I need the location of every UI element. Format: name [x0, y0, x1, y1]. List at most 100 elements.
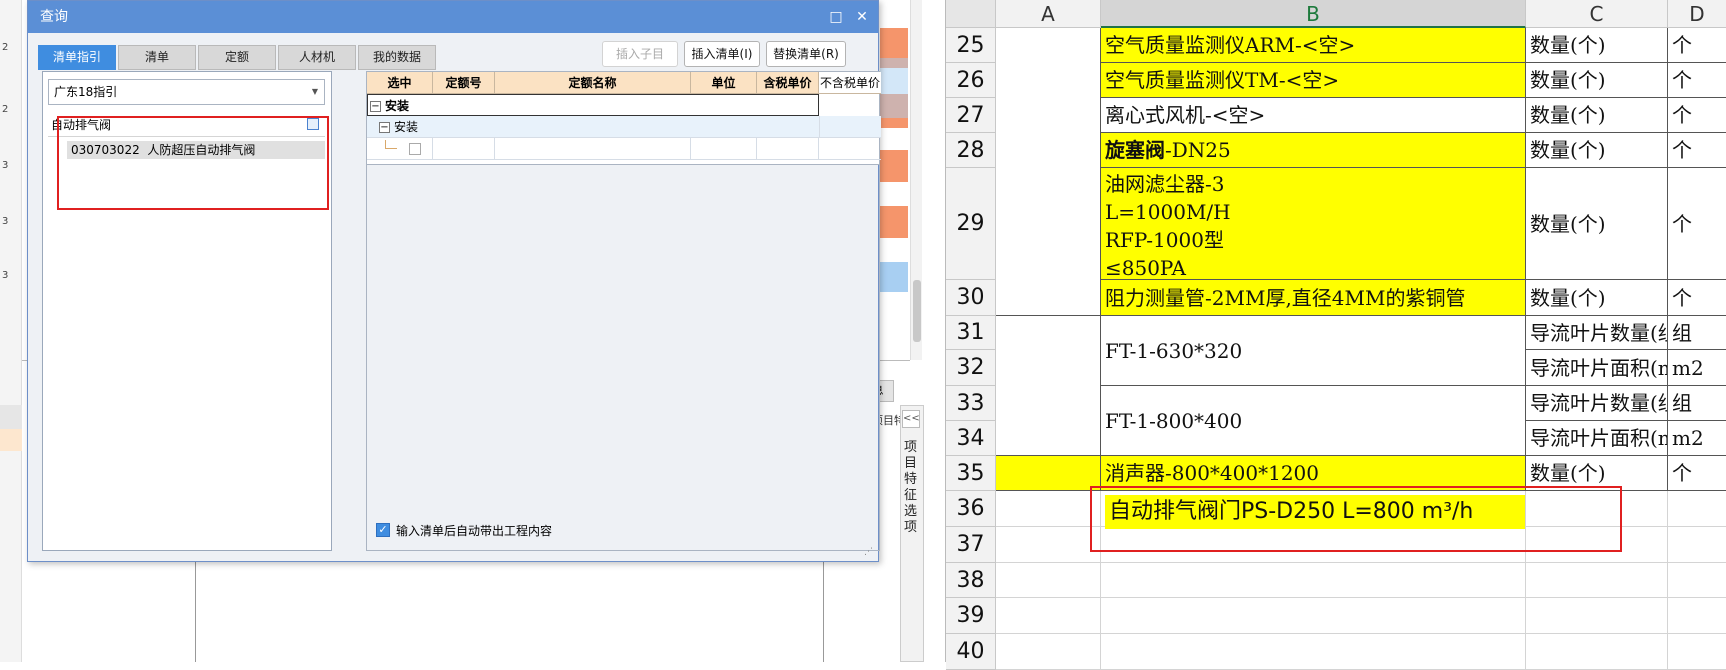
grid-cell[interactable]: [433, 138, 495, 160]
select-all-corner[interactable]: [946, 0, 996, 28]
insert-child-button[interactable]: 插入子目: [602, 41, 678, 67]
tab-list-guide[interactable]: 清单指引: [38, 45, 116, 70]
cell-a[interactable]: [996, 316, 1101, 350]
cell-a[interactable]: [996, 563, 1101, 598]
cell-d[interactable]: 个: [1668, 63, 1726, 98]
guide-select[interactable]: 广东18指引 ▼: [48, 79, 325, 105]
tab-my-data[interactable]: 我的数据: [358, 45, 436, 70]
row-header[interactable]: 37: [946, 527, 996, 563]
grid-cell[interactable]: [757, 138, 819, 160]
cell-c[interactable]: 导流叶片面积(m2): [1526, 350, 1668, 386]
row-header[interactable]: 32: [946, 350, 996, 386]
row-header[interactable]: 39: [946, 598, 996, 634]
grid-cell[interactable]: [691, 138, 757, 160]
cell-d[interactable]: 个: [1668, 28, 1726, 63]
row-header[interactable]: 25: [946, 28, 996, 63]
grid-cell[interactable]: [495, 138, 691, 160]
collapse-expander-icon[interactable]: −: [370, 101, 381, 112]
chevron-down-icon[interactable]: ▼: [312, 80, 318, 104]
cell-c[interactable]: [1526, 634, 1668, 670]
cell-d[interactable]: 个: [1668, 280, 1726, 316]
resize-grip-icon[interactable]: ⋰: [864, 547, 873, 557]
cell-c[interactable]: 导流叶片数量(组): [1526, 386, 1668, 421]
row-header[interactable]: 28: [946, 133, 996, 168]
cell-d[interactable]: [1668, 491, 1726, 527]
grid-header[interactable]: 定额号: [433, 72, 495, 94]
row-header[interactable]: 30: [946, 280, 996, 316]
cell-c[interactable]: 数量(个): [1526, 63, 1668, 98]
side-panel-title[interactable]: 项目特征选项: [904, 440, 918, 536]
cell-d[interactable]: m2: [1668, 350, 1726, 386]
grid-item-row[interactable]: [367, 138, 881, 160]
cell-d[interactable]: [1668, 563, 1726, 598]
cell-a[interactable]: [996, 168, 1101, 280]
vertical-scrollbar[interactable]: [910, 0, 922, 360]
cell-c[interactable]: 数量(个): [1526, 28, 1668, 63]
column-header-a[interactable]: A: [996, 0, 1101, 28]
insert-list-button[interactable]: 插入清单(I): [684, 41, 760, 67]
row-header[interactable]: 34: [946, 421, 996, 456]
tab-quota[interactable]: 定额: [198, 45, 276, 70]
column-header-d[interactable]: D: [1668, 0, 1726, 28]
cell-d[interactable]: 个: [1668, 98, 1726, 133]
grid-header[interactable]: 定额名称: [495, 72, 691, 94]
row-header[interactable]: 40: [946, 634, 996, 670]
cell-b[interactable]: [1101, 563, 1526, 598]
cell-b[interactable]: FT-1-630*320: [1101, 316, 1526, 386]
cell-b[interactable]: 旋塞阀-DN25: [1101, 133, 1526, 168]
auto-fill-checkbox[interactable]: ✓: [376, 523, 390, 537]
cell-b[interactable]: [1101, 634, 1526, 670]
grid-header[interactable]: 选中: [367, 72, 433, 94]
dialog-titlebar[interactable]: 查询 □ ✕: [28, 1, 878, 33]
scroll-thumb[interactable]: [913, 280, 921, 342]
cell-d[interactable]: 组: [1668, 386, 1726, 421]
cell-a[interactable]: [996, 386, 1101, 421]
restore-icon[interactable]: □: [828, 9, 844, 25]
cell-d[interactable]: [1668, 598, 1726, 634]
tab-materials[interactable]: 人材机: [278, 45, 356, 70]
cell-c[interactable]: [1526, 563, 1668, 598]
cell-a[interactable]: [996, 527, 1101, 563]
collapse-icon[interactable]: <<: [902, 410, 920, 428]
cell-d[interactable]: [1668, 634, 1726, 670]
row-select-checkbox[interactable]: [409, 143, 421, 155]
cell-a[interactable]: [996, 350, 1101, 386]
cell-b[interactable]: [1101, 598, 1526, 634]
cell-a[interactable]: [996, 598, 1101, 634]
cell-b[interactable]: 空气质量监测仪TM-<空>: [1101, 63, 1526, 98]
cell-a[interactable]: [996, 133, 1101, 168]
cell-d[interactable]: 个: [1668, 456, 1726, 491]
cell-c[interactable]: 导流叶片数量(组): [1526, 316, 1668, 350]
column-header-c[interactable]: C: [1526, 0, 1668, 28]
row-header[interactable]: 33: [946, 386, 996, 421]
cell-a[interactable]: [996, 63, 1101, 98]
tab-list[interactable]: 清单: [118, 45, 196, 70]
cell-c[interactable]: 数量(个): [1526, 168, 1668, 280]
grid-header[interactable]: 不含税单价: [819, 72, 881, 94]
cell-d[interactable]: m2: [1668, 421, 1726, 456]
replace-list-button[interactable]: 替换清单(R): [766, 41, 846, 67]
grid-group-row[interactable]: − 安装: [367, 94, 819, 116]
cell-a[interactable]: [996, 491, 1101, 527]
cell-b[interactable]: 空气质量监测仪ARM-<空>: [1101, 28, 1526, 63]
row-header[interactable]: 36: [946, 491, 996, 527]
grid-header[interactable]: 含税单价: [757, 72, 819, 94]
auto-fill-label[interactable]: 输入清单后自动带出工程内容: [396, 522, 552, 539]
row-header[interactable]: 27: [946, 98, 996, 133]
row-header[interactable]: 29: [946, 168, 996, 280]
cell-a[interactable]: [996, 456, 1101, 491]
cell-b[interactable]: 油网滤尘器-3 L=1000M/H RFP-1000型 ≤850PA: [1101, 168, 1526, 280]
close-icon[interactable]: ✕: [854, 9, 870, 25]
cell-a[interactable]: [996, 634, 1101, 670]
cell-c[interactable]: 导流叶片面积(m2): [1526, 421, 1668, 456]
cell-a[interactable]: [996, 28, 1101, 63]
cell-d[interactable]: [1668, 527, 1726, 563]
cell-a[interactable]: [996, 421, 1101, 456]
grid-subgroup-row[interactable]: − 安装: [367, 116, 881, 138]
cell-a[interactable]: [996, 98, 1101, 133]
cell-b[interactable]: 离心式风机-<空>: [1101, 98, 1526, 133]
grid-header[interactable]: 单位: [691, 72, 757, 94]
cell-c[interactable]: 数量(个): [1526, 133, 1668, 168]
column-header-b[interactable]: B: [1101, 0, 1526, 28]
row-header[interactable]: 26: [946, 63, 996, 98]
